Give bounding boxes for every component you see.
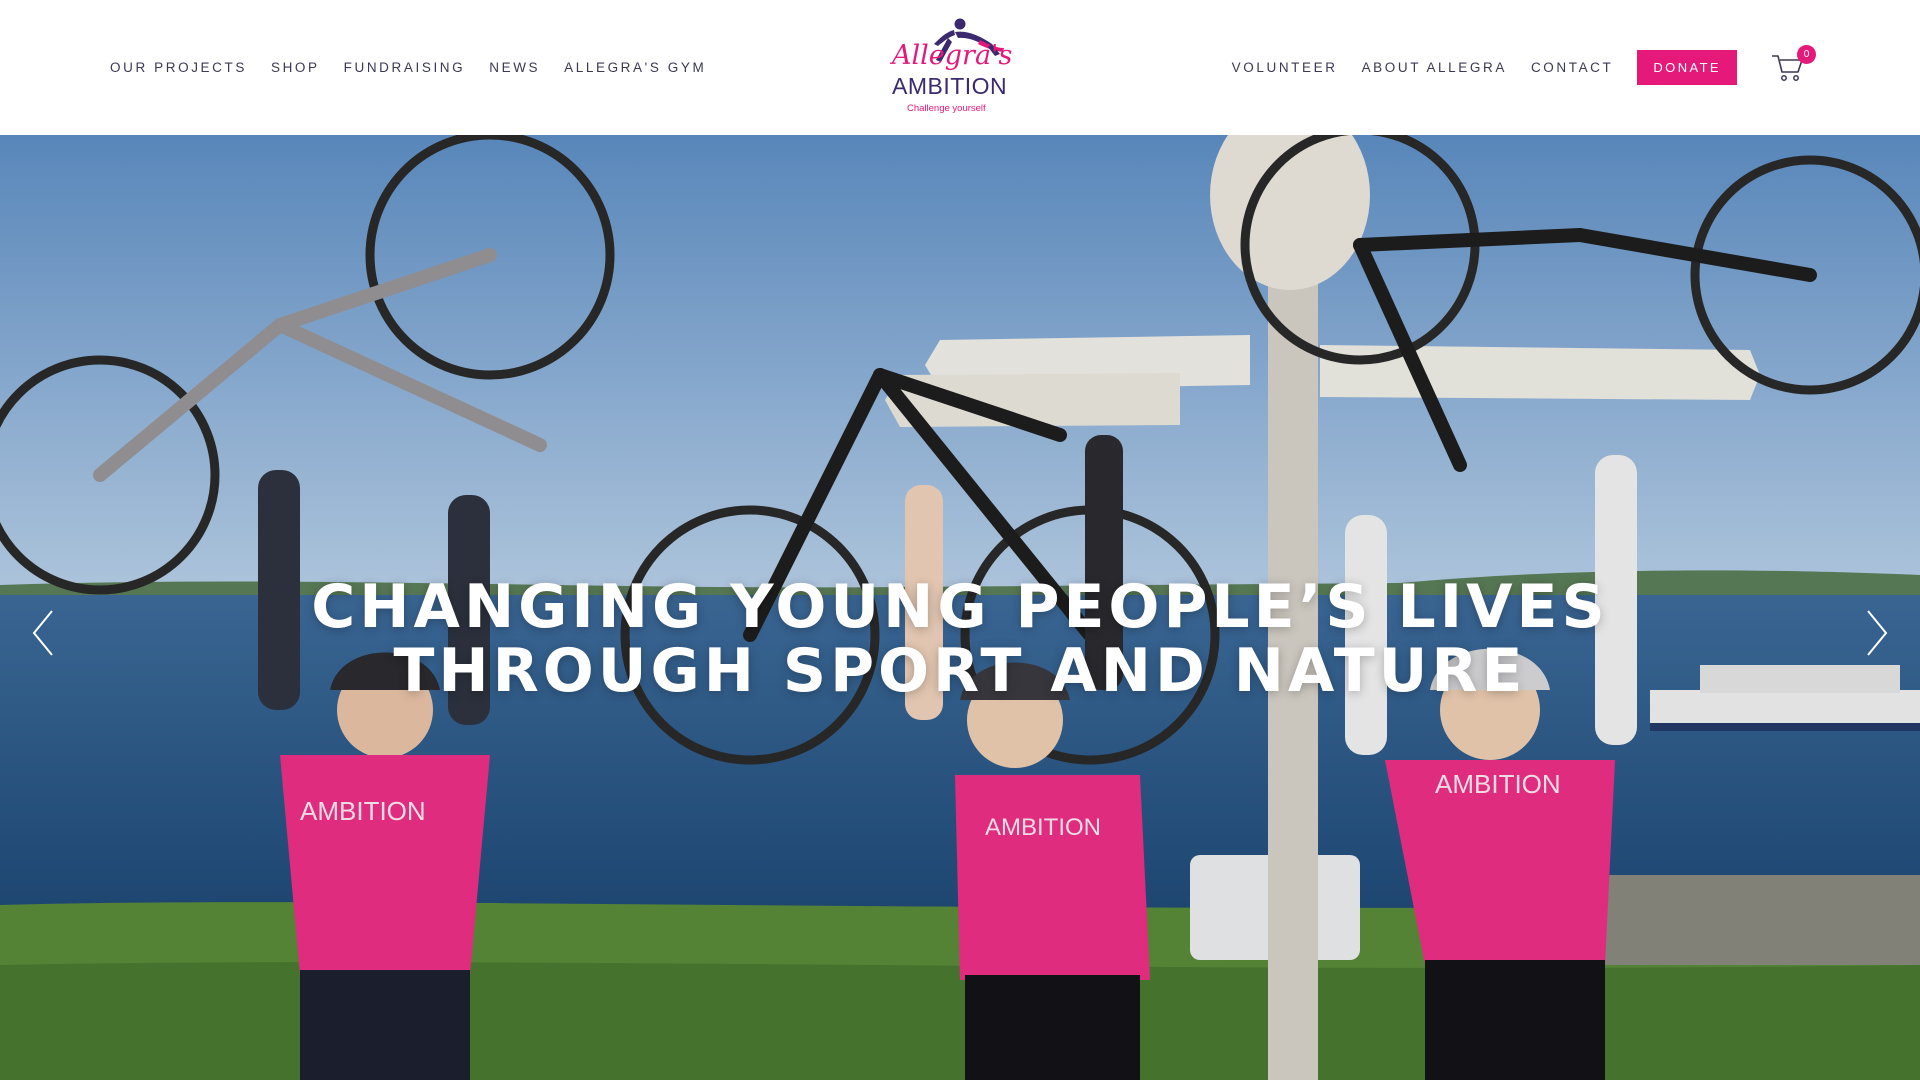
site-logo[interactable]: Allegra's AMBITION Challenge yourself — [888, 14, 1028, 120]
primary-nav-right: VOLUNTEER ABOUT ALLEGRA CONTACT DONATE 0 — [1208, 0, 1816, 135]
svg-text:AMBITION: AMBITION — [892, 73, 1007, 99]
nav-fundraising[interactable]: FUNDRAISING — [344, 60, 466, 75]
nav-contact[interactable]: CONTACT — [1531, 60, 1613, 75]
primary-nav-left: OUR PROJECTS SHOP FUNDRAISING NEWS ALLEG… — [110, 0, 730, 135]
nav-news[interactable]: NEWS — [489, 60, 540, 75]
hero-slider: AMBITION AMBITION AMBITION CHANGING YOUN… — [0, 135, 1920, 1080]
cart-button[interactable]: 0 — [1771, 44, 1816, 83]
cart-count-badge: 0 — [1797, 44, 1816, 64]
hero-headline-line1: CHANGING YOUNG PEOPLE’S LIVES — [311, 572, 1609, 642]
donate-button[interactable]: DONATE — [1637, 50, 1737, 85]
nav-shop[interactable]: SHOP — [271, 60, 320, 75]
chevron-left-icon — [32, 610, 53, 656]
nav-our-projects[interactable]: OUR PROJECTS — [110, 60, 247, 75]
nav-volunteer[interactable]: VOLUNTEER — [1232, 60, 1338, 75]
svg-text:Allegra's: Allegra's — [889, 40, 1012, 71]
nav-about-allegra[interactable]: ABOUT ALLEGRA — [1362, 60, 1507, 75]
slider-prev-button[interactable] — [28, 607, 58, 659]
site-header: OUR PROJECTS SHOP FUNDRAISING NEWS ALLEG… — [0, 0, 1920, 135]
svg-text:Challenge yourself: Challenge yourself — [907, 103, 986, 114]
hero-headline: CHANGING YOUNG PEOPLE’S LIVES THROUGH SP… — [0, 575, 1920, 703]
chevron-right-icon — [1867, 610, 1888, 656]
nav-allegras-gym[interactable]: ALLEGRA'S GYM — [564, 60, 706, 75]
slider-next-button[interactable] — [1862, 607, 1892, 659]
hero-headline-line2: THROUGH SPORT AND NATURE — [393, 636, 1527, 706]
